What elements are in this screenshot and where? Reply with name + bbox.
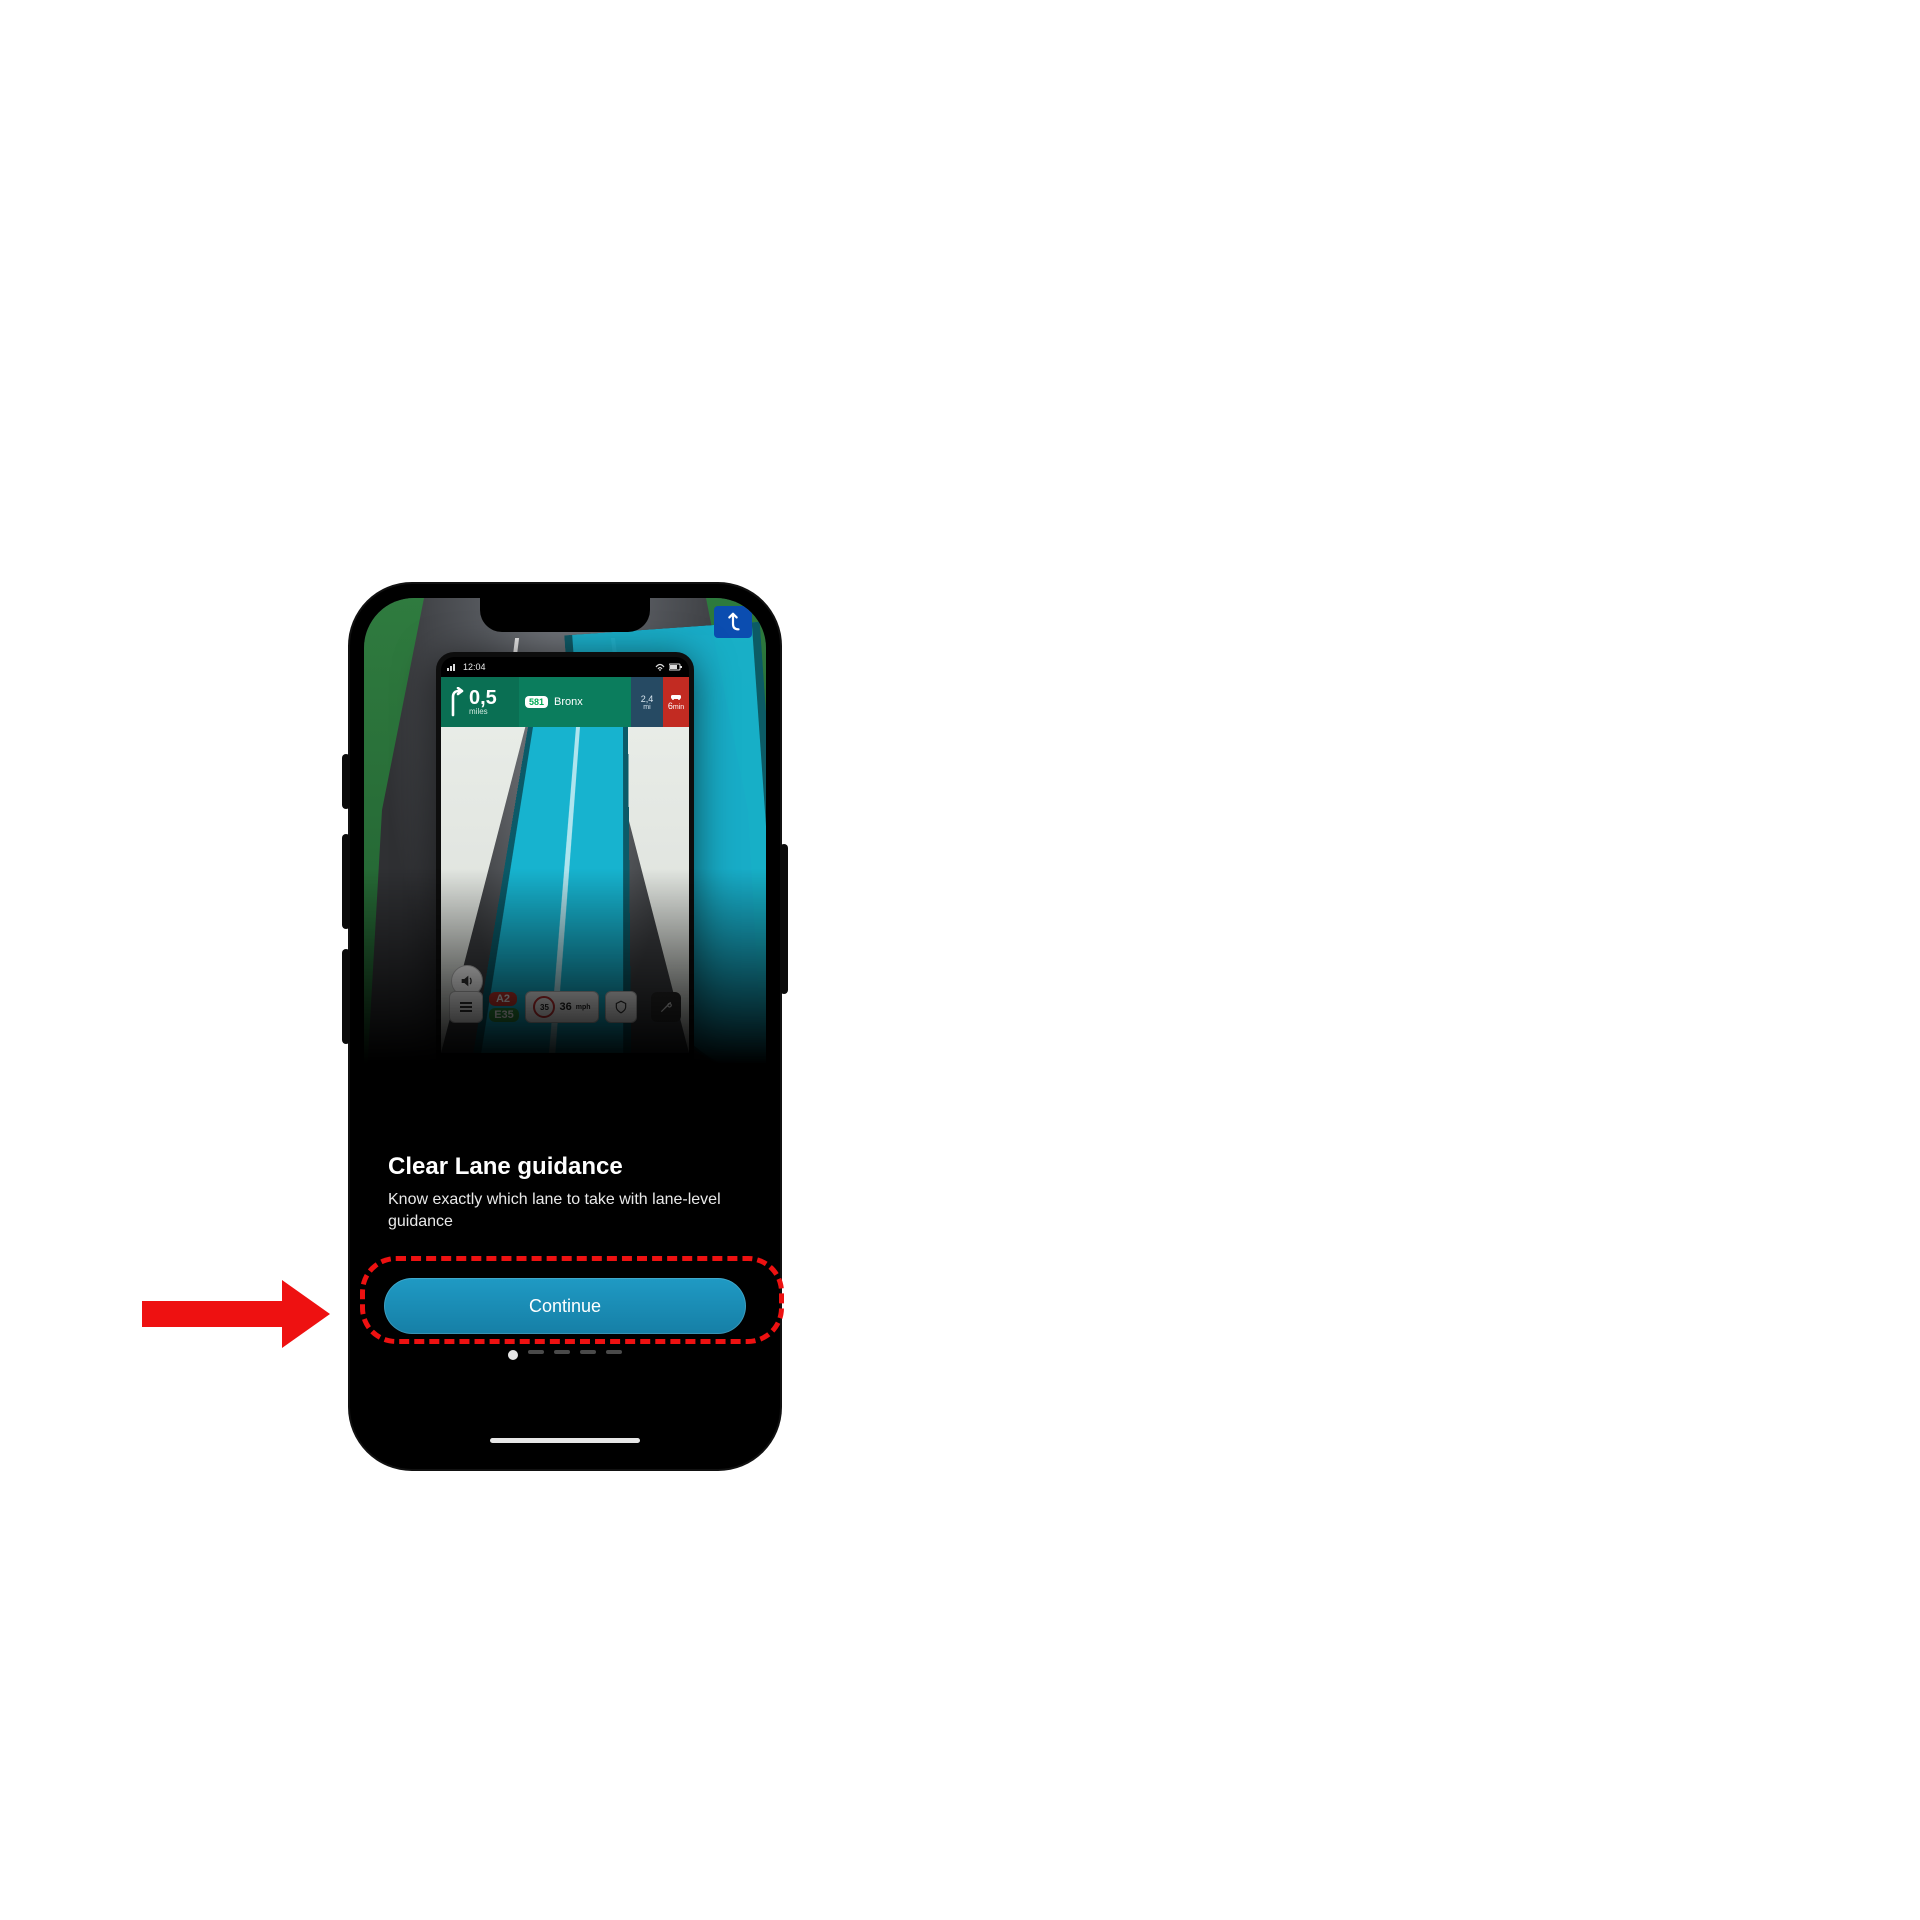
iphone-home-indicator: [490, 1438, 640, 1443]
annotation-arrow-icon: [142, 1280, 330, 1348]
battery-icon: [669, 663, 683, 671]
phone-power-button: [780, 844, 788, 994]
page-dot: [580, 1350, 596, 1354]
road-shield: 581: [525, 696, 548, 708]
iphone-frame: 12:04: [350, 584, 780, 1469]
continue-button-label: Continue: [529, 1296, 601, 1317]
onboarding-title: Clear Lane guidance: [388, 1153, 742, 1181]
road-name: Bronx: [554, 696, 583, 708]
page-indicator: [364, 1350, 766, 1360]
nav-traffic-panel: 6min: [663, 677, 689, 727]
phone-side-button: [342, 754, 350, 809]
turn-right-icon: [447, 687, 465, 717]
page-dot-active: [508, 1350, 518, 1360]
page-dot: [554, 1350, 570, 1354]
continue-button[interactable]: Continue: [384, 1278, 746, 1334]
phone-volume-down-button: [342, 949, 350, 1044]
nav-distance-value: 0,5: [469, 688, 497, 708]
nav-eta-unit: mi: [643, 704, 650, 711]
phone-volume-up-button: [342, 834, 350, 929]
nav-road-panel: 581 Bronx: [519, 677, 631, 727]
nav-status-time: 12:04: [463, 662, 486, 672]
onboarding-text-block: Clear Lane guidance Know exactly which l…: [388, 1153, 742, 1232]
car-icon: [670, 693, 682, 701]
nav-eta-panel: 2,4 mi: [631, 677, 663, 727]
nav-eta-value: 2,4: [641, 694, 654, 704]
wifi-icon: [655, 663, 665, 671]
nav-status-bar: 12:04: [441, 657, 689, 677]
iphone-notch: [480, 598, 650, 632]
merge-right-icon: [714, 606, 752, 638]
signal-icon: [447, 663, 457, 671]
onboarding-body: Know exactly which lane to take with lan…: [388, 1189, 742, 1232]
page-dot: [528, 1350, 544, 1354]
nav-top-bar: 0,5 miles 581 Bronx 2,4 mi: [441, 677, 689, 727]
nav-traffic-value: 6min: [668, 701, 684, 711]
phone-screen: 12:04: [364, 598, 766, 1455]
nav-next-turn-panel: 0,5 miles: [441, 677, 519, 727]
page-dot: [606, 1350, 622, 1354]
nav-distance-unit: miles: [469, 708, 497, 716]
